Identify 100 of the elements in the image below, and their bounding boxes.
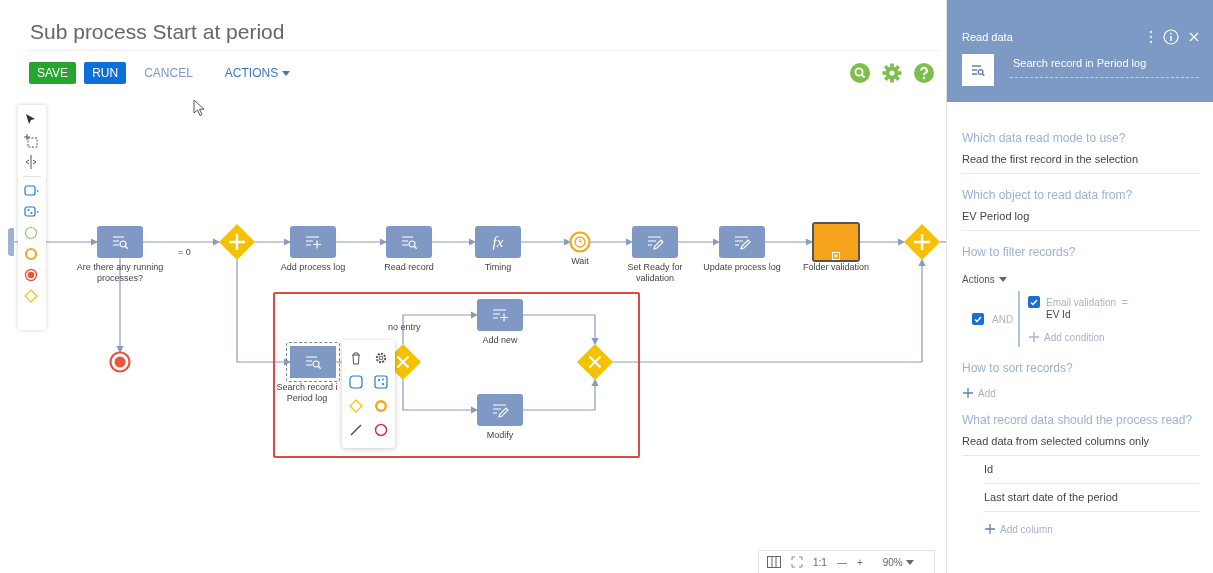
node-label: Modify <box>485 430 515 441</box>
image-task-icon[interactable] <box>373 375 388 389</box>
line-icon[interactable] <box>349 423 364 437</box>
sequence-flow <box>520 238 572 246</box>
zoom-level-dropdown[interactable]: 90% <box>882 556 914 568</box>
help-icon[interactable] <box>914 63 934 83</box>
value-field[interactable]: Read data from selected columns only <box>962 428 1199 456</box>
modify-data-task[interactable] <box>719 226 765 258</box>
ring-icon[interactable] <box>373 399 388 413</box>
panel-title: Read data <box>962 31 1013 43</box>
node-label: Timing <box>483 262 513 273</box>
checkbox[interactable] <box>1028 296 1040 308</box>
gateway-icon[interactable] <box>24 289 40 303</box>
value-field[interactable]: Id <box>984 456 1199 484</box>
node-label: Read record <box>383 262 435 273</box>
circle-icon[interactable] <box>373 423 388 437</box>
gear-icon[interactable] <box>373 351 388 365</box>
flow-label: = 0 <box>178 247 191 257</box>
sequence-flow <box>254 238 292 246</box>
node-label: Set Ready for validation <box>626 262 684 284</box>
question-label: Which data read mode to use? <box>962 130 1127 146</box>
end-event[interactable] <box>109 351 131 373</box>
condition-column: Email validation <box>1046 296 1117 308</box>
actual-size-button[interactable]: 1:1 <box>813 556 827 568</box>
more-icon[interactable] <box>1149 30 1153 44</box>
read-data-task[interactable] <box>386 226 432 258</box>
question-label: Which object to read data from? <box>962 187 1134 203</box>
diamond-icon[interactable] <box>349 399 364 413</box>
modify-data-task[interactable] <box>632 226 678 258</box>
node-label: Add process log <box>279 262 347 273</box>
sequence-flow <box>859 238 906 246</box>
caret-icon <box>998 277 1007 282</box>
actions-menu[interactable]: Actions <box>962 274 1199 285</box>
timer-event[interactable] <box>569 231 591 253</box>
plus-icon <box>962 387 974 399</box>
condition-operator: = <box>1122 296 1128 308</box>
read-data-task[interactable] <box>286 342 340 382</box>
sequence-flow <box>764 238 814 246</box>
sequence-flow <box>431 238 477 246</box>
list-pencil-icon <box>733 234 751 250</box>
value-field[interactable]: Last start date of the period <box>984 484 1199 512</box>
list-search-icon <box>111 234 129 250</box>
search-icon[interactable] <box>850 63 870 83</box>
value-field[interactable]: EV Period log <box>962 203 1199 231</box>
sequence-flow <box>335 238 388 246</box>
modify-data-task[interactable] <box>477 394 523 426</box>
list-plus-icon <box>491 307 509 323</box>
zoom-in-button[interactable]: + <box>856 556 863 568</box>
process-title: Sub process Start at period <box>30 20 286 44</box>
subprocess-node[interactable] <box>812 222 860 262</box>
exclusive-gateway[interactable] <box>577 344 613 380</box>
parallel-gateway[interactable] <box>219 224 255 260</box>
list-pencil-icon <box>646 234 664 250</box>
plus-icon <box>1028 331 1040 343</box>
checkbox[interactable] <box>972 313 984 325</box>
list-pencil-icon <box>491 402 509 418</box>
lasso-icon[interactable] <box>24 134 40 148</box>
add-data-task[interactable] <box>290 226 336 258</box>
image-task-icon[interactable] <box>24 205 40 219</box>
node-label: Folder validation <box>801 262 870 273</box>
cursor-icon <box>193 99 205 117</box>
save-button[interactable]: SAVE <box>29 62 77 84</box>
fit-screen-icon[interactable] <box>791 556 803 568</box>
end-event-icon[interactable] <box>24 268 40 282</box>
intermediate-event-icon[interactable] <box>24 247 40 261</box>
info-icon[interactable] <box>1163 29 1179 45</box>
operator-label: AND <box>992 313 1014 325</box>
question-label: What record data should the process read? <box>962 412 1194 428</box>
node-label: Update process log <box>702 262 782 273</box>
caret-icon <box>282 70 291 76</box>
settings-icon[interactable] <box>882 63 902 83</box>
value-field[interactable]: Read the first record in the selection <box>962 146 1199 174</box>
list-search-icon <box>400 234 418 250</box>
list-search-icon <box>971 64 985 76</box>
close-icon[interactable] <box>1189 32 1199 42</box>
question-label: How to sort records? <box>962 360 1074 376</box>
read-data-task[interactable] <box>97 226 143 258</box>
flow-label: no entry <box>388 322 421 332</box>
collapse-handle[interactable] <box>8 228 14 256</box>
task-shape-icon[interactable] <box>349 375 364 389</box>
list-search-icon <box>304 354 322 370</box>
sequence-flow <box>677 238 721 246</box>
zoom-out-button[interactable]: — <box>836 556 847 568</box>
columns-icon[interactable] <box>767 556 781 568</box>
node-label: Are there any running processes? <box>75 262 165 284</box>
task-shape-icon[interactable] <box>24 184 40 198</box>
run-button[interactable]: RUN <box>84 62 127 84</box>
parallel-gateway[interactable] <box>904 224 940 260</box>
node-label: Add new <box>481 335 519 346</box>
sequence-flow <box>589 238 634 246</box>
expand-icon <box>832 252 840 260</box>
plus-icon <box>984 523 996 535</box>
node-label: Search record i Period log <box>275 382 339 404</box>
actions-menu-button[interactable]: ACTIONS <box>210 62 305 84</box>
add-data-task[interactable] <box>477 299 523 331</box>
formula-symbol: fx <box>492 233 504 251</box>
question-label: How to filter records? <box>962 244 1077 260</box>
start-event-icon[interactable] <box>24 226 40 240</box>
condition-value[interactable]: EV Id <box>1046 309 1128 320</box>
caret-icon <box>905 559 914 565</box>
